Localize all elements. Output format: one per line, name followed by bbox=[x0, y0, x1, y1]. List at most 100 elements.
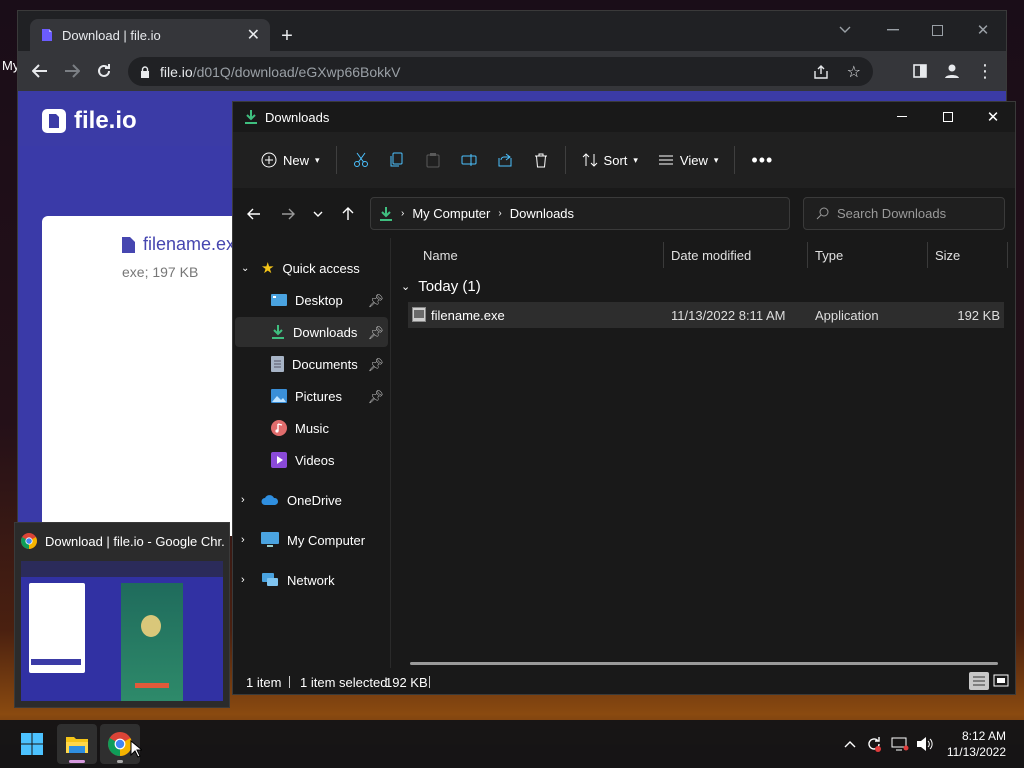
new-button[interactable]: New ▾ bbox=[251, 143, 330, 177]
desktop-icon bbox=[271, 294, 287, 306]
profile-icon[interactable] bbox=[940, 59, 964, 83]
view-button[interactable]: View ▾ bbox=[648, 143, 728, 177]
back-icon[interactable] bbox=[242, 202, 266, 226]
rename-icon bbox=[461, 154, 477, 166]
forward-icon[interactable] bbox=[276, 202, 300, 226]
delete-button[interactable] bbox=[523, 143, 559, 177]
minimize-icon[interactable] bbox=[879, 102, 925, 132]
group-header-label: Today (1) bbox=[418, 278, 481, 295]
see-more-button[interactable]: ••• bbox=[741, 143, 783, 177]
bookmark-star-icon[interactable]: ☆ bbox=[847, 62, 861, 82]
pin-icon[interactable]: 📌︎ bbox=[367, 357, 384, 373]
close-window-icon[interactable]: ✕ bbox=[970, 102, 1016, 132]
lock-icon bbox=[140, 65, 150, 78]
chrome-tab[interactable]: Download | file.io ✕ bbox=[30, 19, 270, 51]
minimize-icon[interactable] bbox=[878, 17, 908, 43]
breadcrumb-downloads[interactable]: Downloads bbox=[510, 206, 574, 221]
chevron-down-icon[interactable]: ⌄ bbox=[241, 263, 253, 274]
explorer-command-bar: New ▾ Sort ▾ View ▾ ••• bbox=[233, 132, 1015, 188]
sidebar-item-videos[interactable]: Videos bbox=[235, 445, 388, 475]
sidebar-item-desktop[interactable]: Desktop 📌︎ bbox=[235, 285, 388, 315]
recent-locations-icon[interactable] bbox=[306, 202, 330, 226]
taskbar-file-explorer[interactable] bbox=[57, 724, 97, 764]
share-icon[interactable] bbox=[813, 64, 829, 79]
tab-search-icon[interactable] bbox=[830, 17, 860, 43]
details-view-icon[interactable] bbox=[969, 672, 989, 690]
pin-icon[interactable]: 📌︎ bbox=[367, 389, 384, 405]
sidebar-item-my-computer[interactable]: › My Computer bbox=[235, 525, 388, 555]
paste-button[interactable] bbox=[415, 143, 451, 177]
chevron-right-icon[interactable]: › bbox=[241, 534, 253, 546]
maximize-icon[interactable] bbox=[922, 17, 952, 43]
documents-icon bbox=[271, 356, 284, 372]
sort-icon bbox=[582, 153, 597, 167]
cut-button[interactable] bbox=[343, 143, 379, 177]
sort-button[interactable]: Sort ▾ bbox=[572, 143, 648, 177]
show-hidden-icons-icon[interactable] bbox=[840, 732, 860, 756]
column-header-type[interactable]: Type bbox=[815, 248, 843, 263]
file-date: 11/13/2022 8:11 AM bbox=[671, 308, 786, 323]
chrome-toolbar: file.io/d01Q/download/eGXwp66BokkV ☆ ⋮ bbox=[18, 51, 1006, 91]
chrome-tab-bar: Download | file.io ✕ + ✕ bbox=[18, 11, 1006, 51]
sidebar-item-music[interactable]: Music bbox=[235, 413, 388, 443]
toolbar-separator bbox=[734, 146, 736, 174]
chevron-down-icon: ⌄ bbox=[401, 281, 411, 293]
new-tab-button[interactable]: + bbox=[276, 25, 298, 47]
volume-icon[interactable] bbox=[914, 732, 936, 756]
horizontal-scrollbar[interactable] bbox=[410, 662, 998, 665]
column-separator[interactable] bbox=[807, 242, 808, 268]
sidebar-item-onedrive[interactable]: › OneDrive bbox=[235, 485, 388, 515]
search-input[interactable]: Search Downloads bbox=[803, 197, 1005, 230]
column-header-date[interactable]: Date modified bbox=[671, 248, 751, 263]
music-icon bbox=[271, 420, 287, 436]
pin-icon[interactable]: 📌︎ bbox=[367, 325, 384, 341]
sync-status-icon[interactable] bbox=[864, 732, 884, 756]
chrome-tab-title: Download | file.io bbox=[62, 27, 161, 43]
taskbar-thumbnail-preview[interactable]: Download | file.io - Google Chr... bbox=[14, 522, 230, 708]
column-separator[interactable] bbox=[663, 242, 664, 268]
up-icon[interactable] bbox=[336, 202, 360, 226]
sidebar-item-documents[interactable]: Documents 📌︎ bbox=[235, 349, 388, 379]
view-icon bbox=[658, 155, 673, 165]
column-header-name[interactable]: Name bbox=[423, 248, 458, 263]
forward-icon[interactable] bbox=[60, 59, 84, 83]
chrome-menu-icon[interactable]: ⋮ bbox=[973, 59, 997, 83]
address-bar[interactable]: file.io/d01Q/download/eGXwp66BokkV ☆ bbox=[128, 57, 873, 86]
sidebar-item-network[interactable]: › Network bbox=[235, 565, 388, 595]
breadcrumb[interactable]: › My Computer › Downloads bbox=[370, 197, 915, 230]
sidebar-item-downloads[interactable]: Downloads 📌︎ bbox=[235, 317, 388, 347]
large-icons-view-icon[interactable] bbox=[991, 672, 1011, 690]
sidebar-item-label: Pictures bbox=[295, 388, 342, 404]
start-button[interactable] bbox=[12, 724, 52, 764]
file-row[interactable]: filename.exe 11/13/2022 8:11 AM Applicat… bbox=[408, 302, 1004, 328]
sidebar-item-quick-access[interactable]: ⌄ ★ Quick access bbox=[235, 253, 388, 283]
share-icon bbox=[498, 153, 512, 167]
column-header-size[interactable]: Size bbox=[935, 248, 960, 263]
reload-icon[interactable] bbox=[92, 59, 116, 83]
sidebar-item-label: Network bbox=[287, 572, 335, 588]
preview-title: Download | file.io - Google Chr... bbox=[21, 533, 225, 549]
rename-button[interactable] bbox=[451, 143, 487, 177]
sidebar-item-pictures[interactable]: Pictures 📌︎ bbox=[235, 381, 388, 411]
sort-button-label: Sort bbox=[603, 152, 628, 168]
column-separator[interactable] bbox=[1007, 242, 1008, 268]
chevron-right-icon[interactable]: › bbox=[241, 494, 253, 506]
fileio-favicon-icon bbox=[40, 28, 54, 42]
clock[interactable]: 8:12 AM 11/13/2022 bbox=[947, 728, 1006, 760]
chevron-down-icon: ▾ bbox=[633, 154, 638, 165]
maximize-icon[interactable] bbox=[925, 102, 971, 132]
close-tab-icon[interactable]: ✕ bbox=[247, 25, 260, 45]
fileio-logo[interactable]: file.io bbox=[42, 107, 137, 135]
copy-button[interactable] bbox=[379, 143, 415, 177]
breadcrumb-my-computer[interactable]: My Computer bbox=[412, 206, 490, 221]
pin-icon[interactable]: 📌︎ bbox=[367, 293, 384, 309]
network-status-icon[interactable] bbox=[890, 732, 910, 756]
share-button[interactable] bbox=[487, 143, 523, 177]
group-header-today[interactable]: ⌄ Today (1) bbox=[401, 278, 481, 295]
thumbnail-ad-image bbox=[141, 615, 161, 637]
close-window-icon[interactable]: ✕ bbox=[968, 17, 998, 43]
side-panel-icon[interactable] bbox=[908, 59, 932, 83]
column-separator[interactable] bbox=[927, 242, 928, 268]
back-icon[interactable] bbox=[28, 59, 52, 83]
chevron-right-icon[interactable]: › bbox=[241, 574, 253, 586]
